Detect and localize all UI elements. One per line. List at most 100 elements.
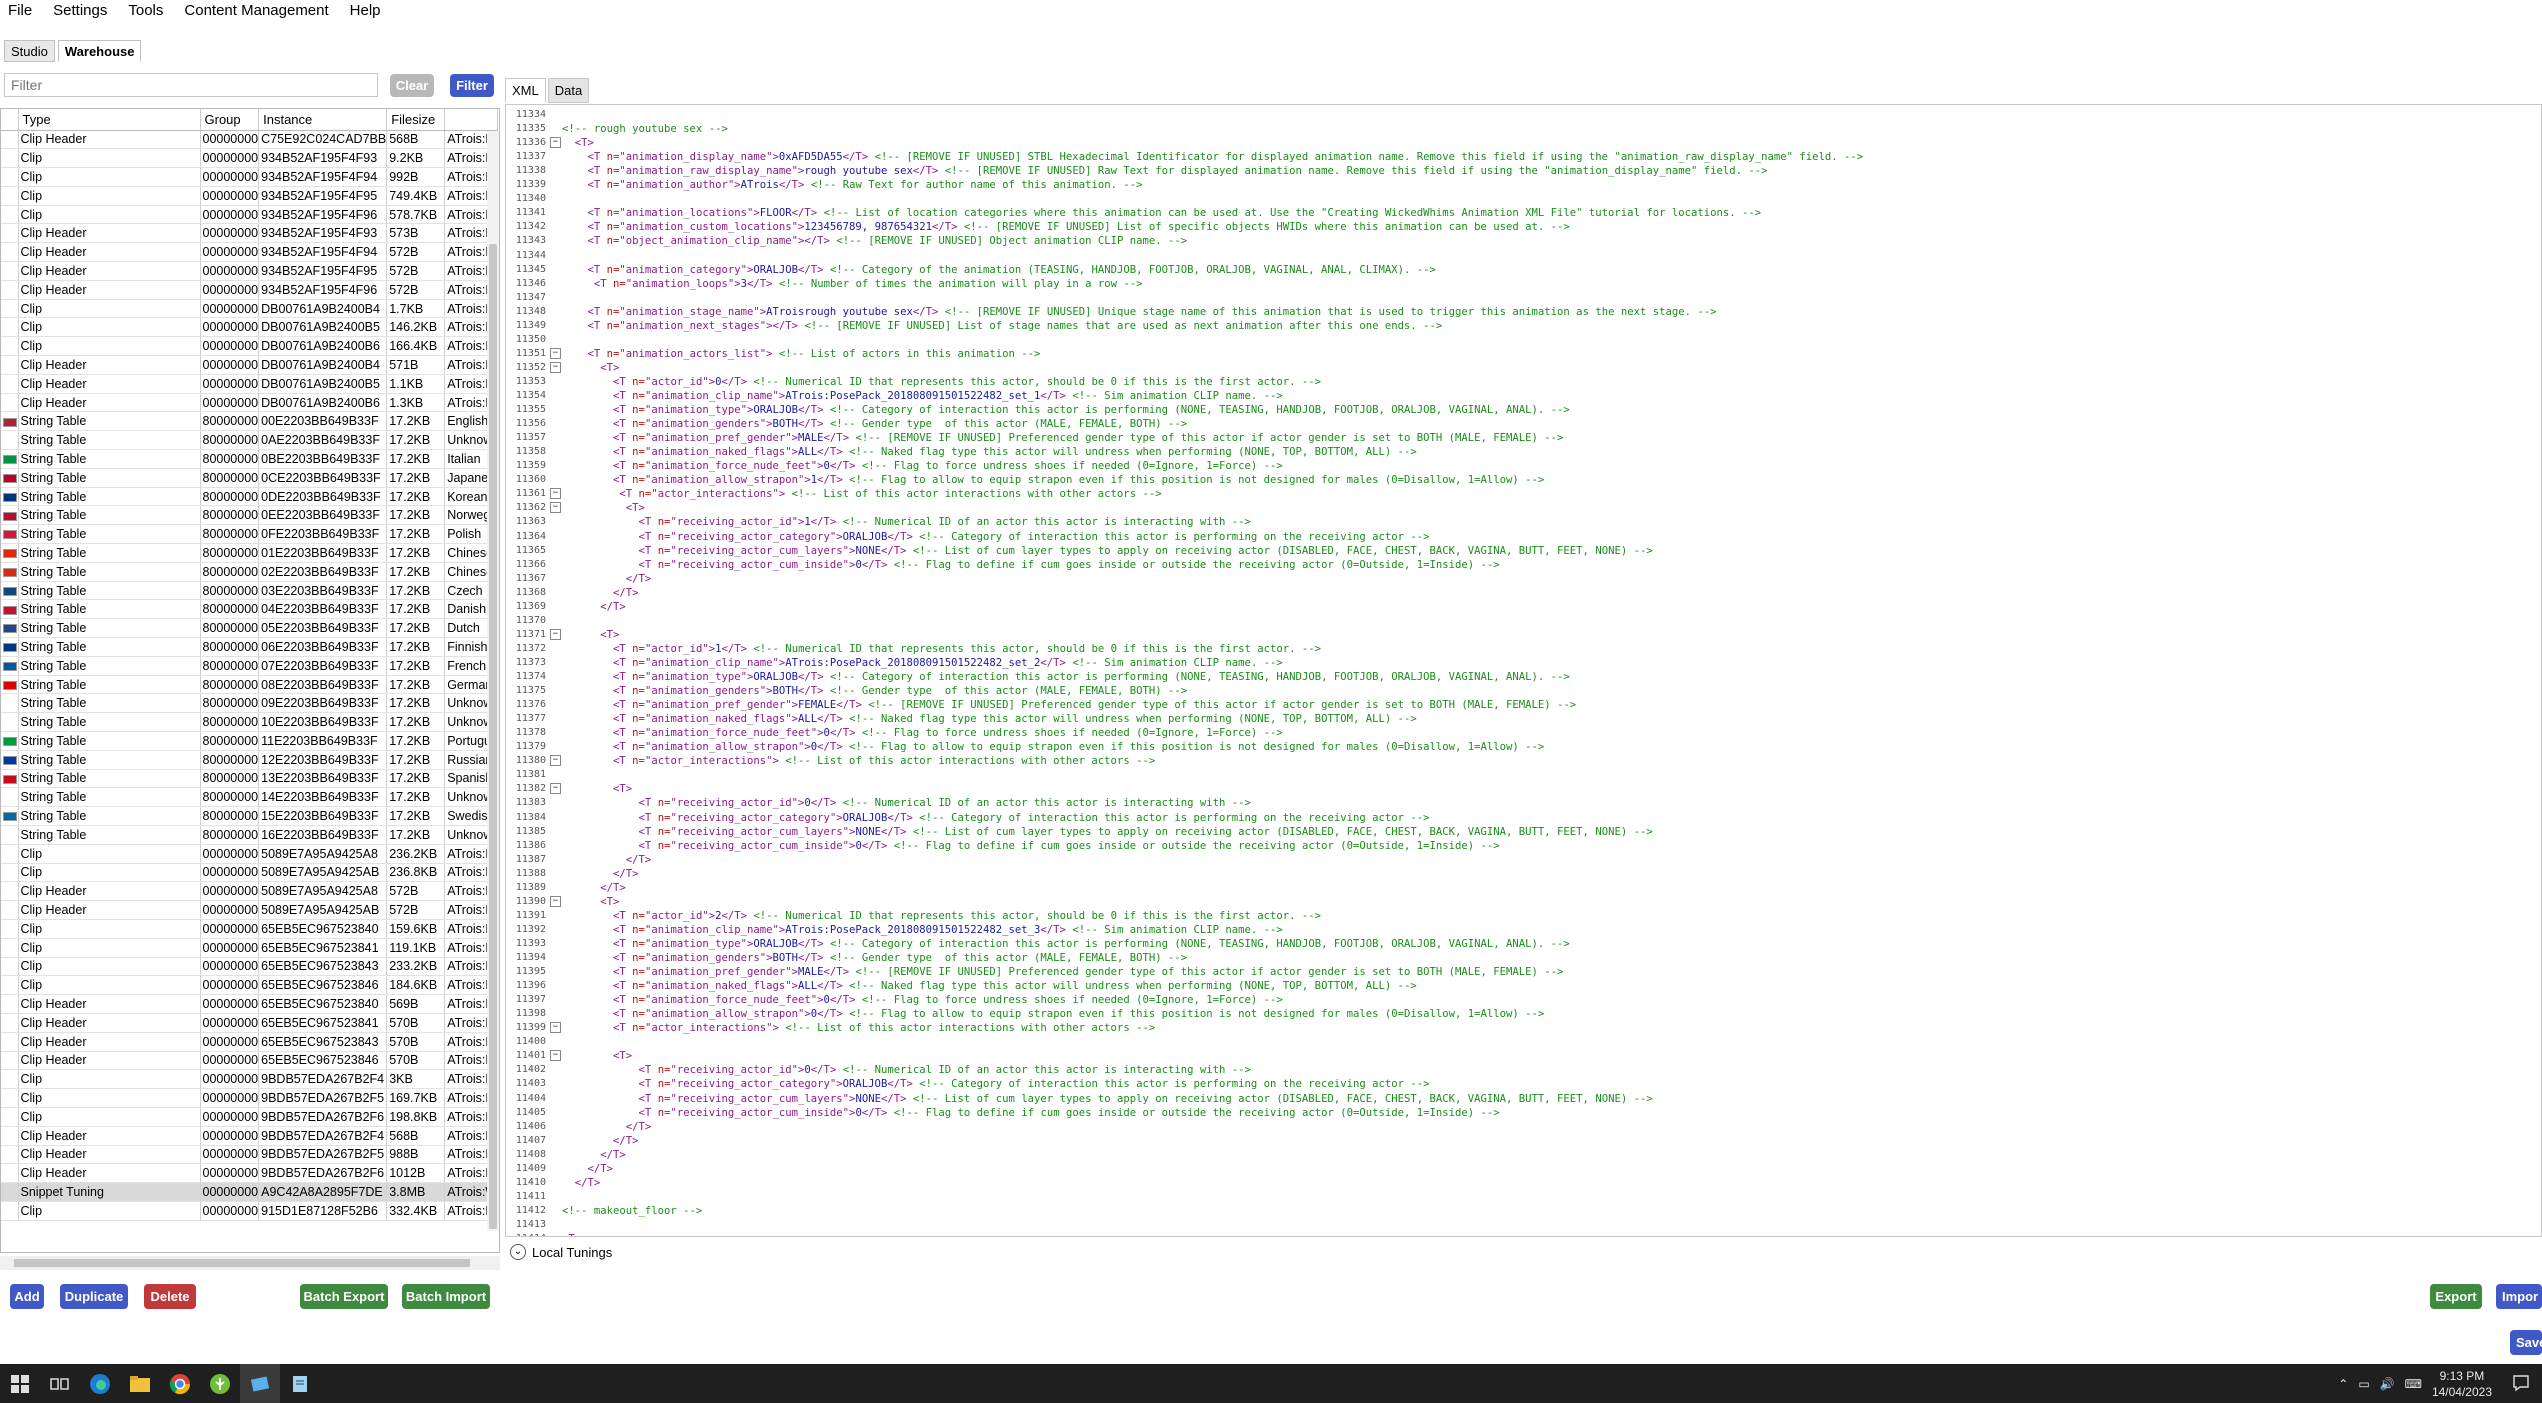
table-row[interactable]: Clip 00000000 9BDB57EDA267B2F5 169.7KB ATroi…	[1, 1088, 499, 1108]
table-row[interactable]: String Table 80000000 05E2203BB649B33F 17.2…	[1, 618, 499, 639]
chevron-up-icon[interactable]: ⌃	[2338, 1377, 2348, 1391]
table-row[interactable]: String Table 80000000 04E2203BB649B33F 17.2…	[1, 599, 499, 620]
table-row[interactable]: String Table 80000000 03E2203BB649B33F 17.2…	[1, 581, 499, 601]
fold-toggle-icon[interactable]: −	[550, 361, 561, 373]
table-row[interactable]: Clip 00000000 934B52AF195F4F94 992B ATrois:P	[1, 167, 499, 187]
table-row[interactable]: Clip 00000000 9BDB57EDA267B2F6 198.8KB ATroi…	[1, 1107, 499, 1127]
table-row[interactable]: String Table 80000000 0AE2203BB649B33F 17.2…	[1, 430, 499, 451]
table-row[interactable]: Clip Header 00000000 65EB5EC967523843 570B A…	[1, 1032, 499, 1052]
table-row[interactable]: Clip Header 00000000 DB00761A9B2400B6 1.3KB…	[1, 393, 499, 413]
fold-toggle-icon[interactable]: −	[550, 1050, 561, 1062]
windows-start-icon[interactable]	[0, 1364, 40, 1403]
table-row[interactable]: String Table 80000000 08E2203BB649B33F 17.2…	[1, 675, 499, 695]
tab-data[interactable]: Data	[547, 78, 590, 103]
chrome-browser-icon[interactable]	[160, 1364, 200, 1403]
menu-item-help[interactable]: Help	[350, 2, 381, 19]
filter-input[interactable]	[4, 73, 378, 97]
table-row[interactable]: Clip Header 00000000 934B52AF195F4F96 572B A…	[1, 280, 499, 300]
table-row[interactable]: String Table 80000000 14E2203BB649B33F 17.2…	[1, 787, 499, 808]
fold-toggle-icon[interactable]: −	[550, 783, 561, 795]
table-row[interactable]: Clip Header 00000000 65EB5EC967523841 570B A…	[1, 1013, 499, 1033]
table-row[interactable]: Clip Header 00000000 DB00761A9B2400B5 1.1KB…	[1, 374, 499, 394]
table-row[interactable]: Clip 00000000 9BDB57EDA267B2F4 3KB ATrois:P	[1, 1069, 499, 1090]
table-row[interactable]: Clip 00000000 915D1E87128F52B6 332.4KB ATroi…	[1, 1201, 499, 1221]
table-row[interactable]: Clip Header 00000000 C75E92C024CAD7BB 568B A…	[1, 130, 499, 150]
table-row[interactable]: Snippet Tuning 00000000 A9C42A8A2895F7DE 3.…	[1, 1182, 499, 1202]
tab-warehouse[interactable]: Warehouse	[57, 40, 142, 62]
table-row[interactable]: Clip 00000000 DB00761A9B2400B4 1.7KB ATrois:…	[1, 299, 499, 319]
table-row[interactable]: String Table 80000000 01E2203BB649B33F 17.2…	[1, 543, 499, 563]
add-button[interactable]: Add	[10, 1284, 44, 1309]
fold-toggle-icon[interactable]: −	[550, 347, 561, 359]
delete-button[interactable]: Delete	[144, 1284, 196, 1309]
menu-item-file[interactable]: File	[8, 2, 32, 19]
fold-toggle-icon[interactable]: −	[550, 488, 561, 500]
table-row[interactable]: String Table 80000000 12E2203BB649B33F 17.2…	[1, 750, 499, 770]
table-row[interactable]: Clip 00000000 65EB5EC967523840 159.6KB ATroi…	[1, 919, 499, 939]
table-row[interactable]: String Table 80000000 02E2203BB649B33F 17.2…	[1, 562, 499, 582]
fold-toggle-icon[interactable]: −	[550, 628, 561, 640]
network-icon[interactable]: ▭	[2358, 1377, 2369, 1391]
keyboard-icon[interactable]: ⌨	[2405, 1377, 2422, 1391]
table-row[interactable]: Clip 00000000 934B52AF195F4F96 578.7KB ATroi…	[1, 205, 499, 225]
col-filesize-header[interactable]: Filesize	[386, 109, 446, 131]
fold-toggle-icon[interactable]: −	[550, 1022, 561, 1034]
fold-toggle-icon[interactable]: −	[550, 895, 561, 907]
table-row[interactable]: String Table 80000000 11E2203BB649B33F 17.2…	[1, 731, 499, 751]
col-group-header[interactable]: Group	[200, 109, 260, 131]
table-row[interactable]: String Table 80000000 09E2203BB649B33F 17.2…	[1, 693, 499, 714]
col-name-header[interactable]	[444, 109, 499, 131]
table-row[interactable]: Clip 00000000 DB00761A9B2400B6 166.4KB ATroi…	[1, 336, 499, 357]
table-row[interactable]: String Table 80000000 00E2203BB649B33F 17.2…	[1, 411, 499, 432]
batch-import-button[interactable]: Batch Import	[402, 1284, 490, 1309]
save-button[interactable]: Save	[2510, 1330, 2542, 1355]
tab-studio[interactable]: Studio	[4, 40, 55, 62]
col-instance-header[interactable]: Instance	[258, 109, 388, 131]
volume-icon[interactable]: 🔊	[2380, 1377, 2395, 1391]
table-row[interactable]: Clip Header 00000000 9BDB57EDA267B2F4 568B A…	[1, 1126, 499, 1146]
notification-icon[interactable]	[2512, 1374, 2530, 1396]
table-horizontal-scroll-thumb[interactable]	[14, 1259, 470, 1267]
table-row[interactable]: String Table 80000000 15E2203BB649B33F 17.2…	[1, 806, 499, 826]
table-row[interactable]: Clip Header 00000000 5089E7A95A9425A8 572B A…	[1, 881, 499, 902]
table-row[interactable]: String Table 80000000 0BE2203BB649B33F 17.2…	[1, 449, 499, 469]
table-row[interactable]: Clip Header 00000000 934B52AF195F4F93 573B A…	[1, 223, 499, 244]
table-row[interactable]: Clip Header 00000000 934B52AF195F4F95 572B A…	[1, 261, 499, 281]
table-row[interactable]: Clip Header 00000000 DB00761A9B2400B4 571B A…	[1, 355, 499, 375]
table-row[interactable]: String Table 80000000 0CE2203BB649B33F 17.2…	[1, 468, 499, 488]
menu-item-content-management[interactable]: Content Management	[184, 2, 328, 19]
table-row[interactable]: String Table 80000000 10E2203BB649B33F 17.2…	[1, 712, 499, 732]
table-row[interactable]: Clip 00000000 5089E7A95A9425AB 236.8KB ATroi…	[1, 863, 499, 883]
table-row[interactable]: Clip Header 00000000 5089E7A95A9425AB 572B A…	[1, 900, 499, 920]
fold-toggle-icon[interactable]: −	[550, 755, 561, 767]
table-row[interactable]: Clip Header 00000000 934B52AF195F4F94 572B A…	[1, 242, 499, 263]
table-row[interactable]: String Table 80000000 16E2203BB649B33F 17.2…	[1, 825, 499, 845]
clear-button[interactable]: Clear	[390, 74, 434, 97]
table-row[interactable]: Clip Header 00000000 9BDB57EDA267B2F6 1012B…	[1, 1163, 499, 1184]
fold-toggle-icon[interactable]: −	[550, 137, 561, 149]
table-row[interactable]: Clip Header 00000000 65EB5EC967523846 570B A…	[1, 1051, 499, 1071]
table-row[interactable]: Clip 00000000 5089E7A95A9425A8 236.2KB ATroi…	[1, 844, 499, 864]
batch-export-button[interactable]: Batch Export	[300, 1284, 388, 1309]
file-explorer-icon[interactable]	[120, 1364, 160, 1403]
table-row[interactable]: String Table 80000000 13E2203BB649B33F 17.2…	[1, 769, 499, 789]
notepad-icon[interactable]	[280, 1364, 320, 1403]
table-row[interactable]: Clip 00000000 65EB5EC967523846 184.6KB ATroi…	[1, 975, 499, 996]
table-scroll-thumb[interactable]	[489, 244, 497, 1229]
table-row[interactable]: Clip Header 00000000 9BDB57EDA267B2F5 988B A…	[1, 1145, 499, 1165]
app-leaf-icon[interactable]	[200, 1364, 240, 1403]
table-row[interactable]: Clip 00000000 DB00761A9B2400B5 146.2KB ATroi…	[1, 317, 499, 338]
fold-toggle-icon[interactable]: −	[550, 502, 561, 514]
export-button[interactable]: Export	[2430, 1284, 2482, 1309]
xml-editor[interactable]: 11334 11335 <!-- rough youtube sex --> 1133…	[505, 104, 2542, 1237]
table-row[interactable]: Clip 00000000 934B52AF195F4F95 749.4KB ATroi…	[1, 186, 499, 206]
table-row[interactable]: Clip 00000000 65EB5EC967523843 233.2KB ATroi…	[1, 957, 499, 977]
import-button[interactable]: Impor	[2496, 1284, 2542, 1309]
sims-studio-icon[interactable]	[240, 1364, 280, 1403]
table-row[interactable]: Clip Header 00000000 65EB5EC967523840 569B A…	[1, 994, 499, 1014]
menu-item-tools[interactable]: Tools	[128, 2, 163, 19]
table-row[interactable]: String Table 80000000 07E2203BB649B33F 17.2…	[1, 656, 499, 676]
edge-browser-icon[interactable]	[80, 1364, 120, 1403]
table-row[interactable]: String Table 80000000 0FE2203BB649B33F 17.2…	[1, 524, 499, 545]
table-row[interactable]: Clip 00000000 934B52AF195F4F93 9.2KB ATrois:…	[1, 148, 499, 169]
